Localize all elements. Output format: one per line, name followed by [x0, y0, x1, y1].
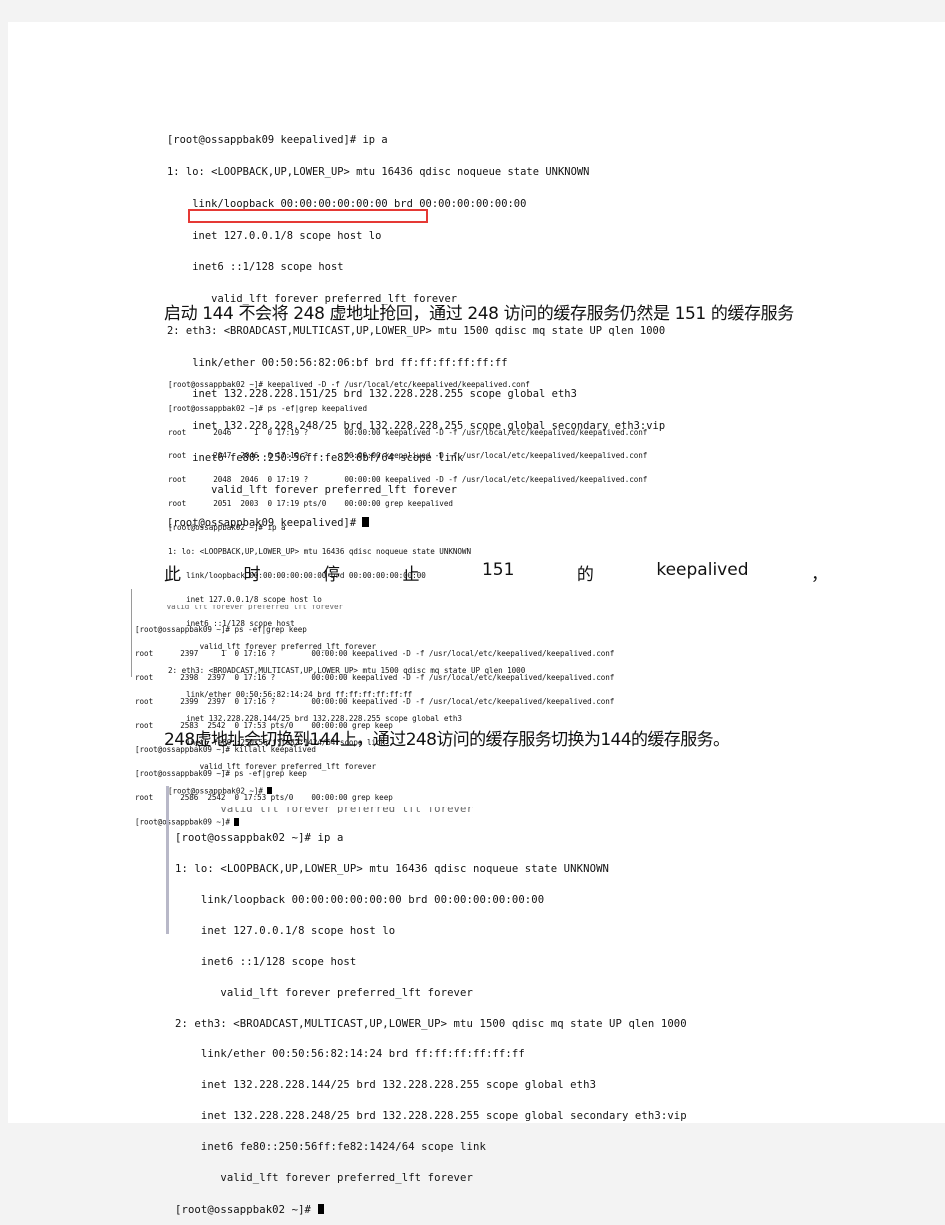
paragraph-vip-switch: 248虚地址会切换到144上，通过248访问的缓存服务切换为144的缓存服务。 [164, 730, 730, 750]
terminal-line: inet6 ::1/128 scope host [167, 261, 344, 274]
terminal-line: [root@ossappbak02 ~]# ps -ef|grep keepal… [168, 403, 367, 413]
terminal-line: valid_lft forever preferred_lft forever [175, 1171, 473, 1184]
terminal-line: [root@ossappbak09 ~]# ps -ef|grep keep [135, 625, 307, 634]
terminal-line: link/loopback 00:00:00:00:00:00 brd 00:0… [175, 893, 545, 906]
terminal-line: [root@ossappbak09 ~]# ps -ef|grep keep [135, 769, 307, 778]
paragraph-word: 止 [402, 565, 420, 585]
terminal-line: inet 132.228.228.144/25 brd 132.228.228.… [175, 1079, 597, 1092]
terminal-line: 1: lo: <LOOPBACK,UP,LOWER_UP> mtu 16436 … [167, 165, 590, 178]
terminal-line-clipped: valid_lft forever preferred_lft forever [135, 605, 344, 610]
terminal-prompt-line: [root@ossappbak02 ~]# [175, 1203, 687, 1216]
terminal-line: [root@ossappbak02 ~]# ip a [175, 832, 344, 845]
terminal-line: valid_lft forever preferred_lft forever [175, 986, 473, 999]
terminal-line: inet6 ::1/128 scope host [175, 955, 357, 968]
terminal-line: root 2046 1 0 17:19 ? 00:00:00 keepalive… [168, 427, 648, 437]
terminal-line: [root@ossappbak09 keepalived]# ip a [167, 134, 388, 147]
paragraph-word: 时 [243, 565, 261, 585]
terminal-line: root 2398 2397 0 17:16 ? 00:00:00 keepal… [135, 673, 615, 682]
terminal-line: 2: eth3: <BROADCAST,MULTICAST,UP,LOWER_U… [175, 1017, 687, 1030]
terminal-line-clipped: valid_lft forever preferred_lft forever [175, 806, 473, 813]
terminal-prompt: [root@ossappbak02 ~]# [175, 1203, 318, 1216]
terminal-line: [root@ossappbak02 ~]# keepalived -D -f /… [168, 379, 530, 389]
terminal-line: inet6 fe80::250:56ff:fe82:1424/64 scope … [175, 1141, 486, 1154]
paragraph-word: ， [810, 565, 828, 585]
paragraph-word: keepalived [656, 560, 749, 580]
terminal-screenshot-ip-a-bak02-after: valid_lft forever preferred_lft forever … [166, 786, 687, 1215]
terminal-line: inet 127.0.0.1/8 scope host lo [167, 229, 382, 242]
terminal-line: 2: eth3: <BROADCAST,MULTICAST,UP,LOWER_U… [167, 324, 666, 337]
terminal-line: link/ether 00:50:56:82:14:24 brd ff:ff:f… [175, 1048, 525, 1061]
paragraph-word: 的 [576, 565, 594, 585]
terminal-cursor-icon [317, 1203, 324, 1215]
terminal-line: link/loopback 00:00:00:00:00:00 brd 00:0… [167, 197, 527, 210]
paragraph-word: 停 [322, 565, 340, 585]
terminal-line: inet 132.228.228.248/25 brd 132.228.228.… [175, 1110, 687, 1123]
paragraph-start-144: 启动 144 不会将 248 虚地址抢回，通过 248 访问的缓存服务仍然是 1… [164, 304, 794, 324]
terminal-line: 1: lo: <LOOPBACK,UP,LOWER_UP> mtu 16436 … [168, 546, 471, 556]
terminal-line: inet 127.0.0.1/8 scope host lo [175, 924, 396, 937]
terminal-line: root 2399 2397 0 17:16 ? 00:00:00 keepal… [135, 697, 615, 706]
paragraph-stop-151: 此 时 停 止 151 的 keepalived ， [164, 560, 828, 585]
paragraph-word: 151 [481, 560, 515, 580]
terminal-line: [root@ossappbak02 ~]# ip a [168, 523, 286, 533]
terminal-line: root 2047 2046 0 17:19 ? 00:00:00 keepal… [168, 451, 648, 461]
terminal-line: 1: lo: <LOOPBACK,UP,LOWER_UP> mtu 16436 … [175, 863, 610, 876]
terminal-line: root 2048 2046 0 17:19 ? 00:00:00 keepal… [168, 475, 648, 485]
red-highlight-box [188, 209, 428, 223]
terminal-line: root 2051 2003 0 17:19 pts/0 00:00:00 gr… [168, 499, 453, 509]
paragraph-word: 此 [164, 565, 181, 585]
terminal-screenshot-killall-bak09: valid_lft forever preferred_lft forever … [131, 589, 615, 826]
terminal-line: root 2397 1 0 17:16 ? 00:00:00 keepalive… [135, 649, 615, 658]
